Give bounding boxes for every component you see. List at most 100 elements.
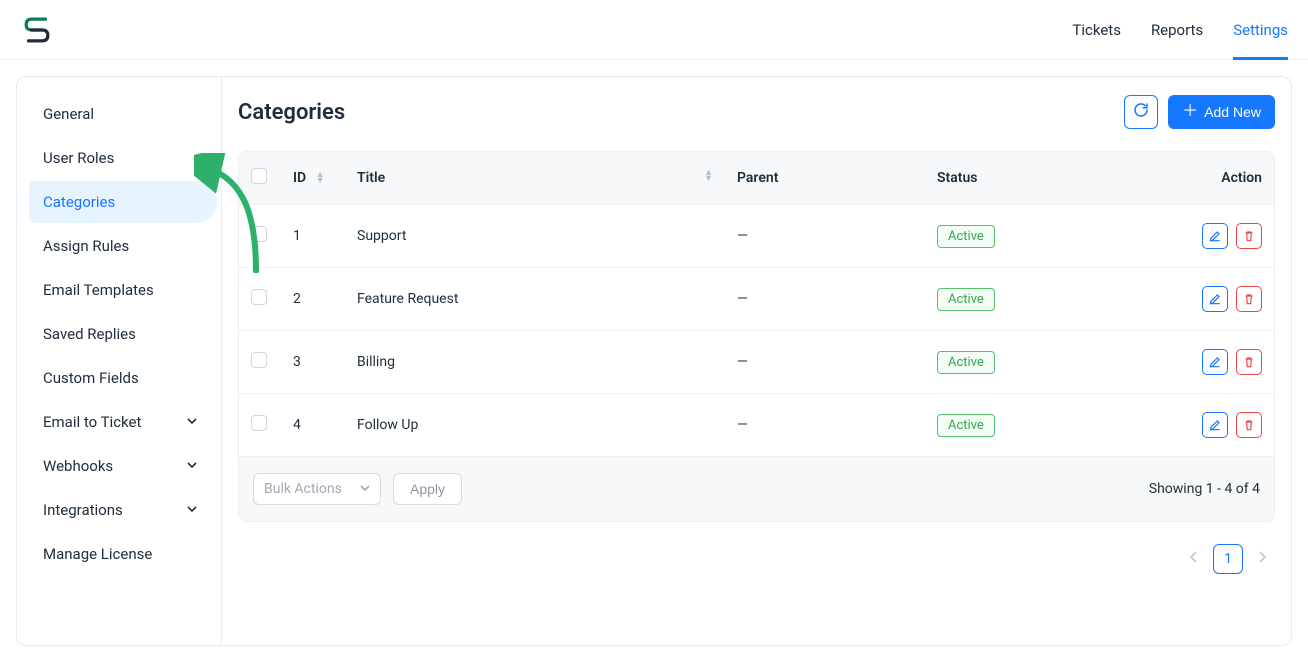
plus-icon: ＋ bbox=[1182, 104, 1198, 120]
chevron-down-icon bbox=[187, 415, 197, 429]
sidebar-item-custom-fields[interactable]: Custom Fields bbox=[29, 357, 211, 399]
categories-table: ID ▲▼ Title ▲▼ Parent Status bbox=[238, 151, 1275, 522]
edit-icon bbox=[1208, 355, 1222, 369]
table-row: 4 Follow Up — Active bbox=[239, 394, 1274, 457]
table-row: 3 Billing — Active bbox=[239, 331, 1274, 394]
sidebar-item-saved-replies[interactable]: Saved Replies bbox=[29, 313, 211, 355]
add-new-button[interactable]: ＋ Add New bbox=[1168, 95, 1275, 129]
select-all-checkbox[interactable] bbox=[251, 168, 267, 184]
cell-parent: — bbox=[725, 205, 925, 268]
table-row: 1 Support — Active bbox=[239, 205, 1274, 268]
sidebar-item-integrations[interactable]: Integrations bbox=[29, 489, 211, 531]
sidebar-item-label: General bbox=[43, 105, 94, 123]
cell-id: 3 bbox=[281, 331, 345, 394]
sidebar-item-label: User Roles bbox=[43, 149, 114, 167]
edit-button[interactable] bbox=[1202, 286, 1228, 312]
edit-button[interactable] bbox=[1202, 412, 1228, 438]
page-title: Categories bbox=[238, 100, 345, 125]
table-row: 2 Feature Request — Active bbox=[239, 268, 1274, 331]
status-badge: Active bbox=[937, 351, 995, 374]
sidebar-item-label: Assign Rules bbox=[43, 237, 129, 255]
nav-settings[interactable]: Settings bbox=[1233, 0, 1288, 60]
cell-title: Follow Up bbox=[345, 394, 725, 457]
chevron-down-icon bbox=[187, 459, 197, 473]
row-checkbox[interactable] bbox=[251, 415, 267, 431]
prev-page-button[interactable] bbox=[1185, 547, 1203, 571]
delete-button[interactable] bbox=[1236, 223, 1262, 249]
trash-icon bbox=[1242, 292, 1256, 306]
sidebar-item-label: Email to Ticket bbox=[43, 413, 141, 431]
status-badge: Active bbox=[937, 414, 995, 437]
refresh-icon bbox=[1132, 101, 1150, 124]
cell-title: Support bbox=[345, 205, 725, 268]
page-number-current[interactable]: 1 bbox=[1213, 544, 1243, 574]
sidebar-item-webhooks[interactable]: Webhooks bbox=[29, 445, 211, 487]
chevron-down-icon bbox=[360, 481, 370, 497]
sidebar-item-assign-rules[interactable]: Assign Rules bbox=[29, 225, 211, 267]
sidebar-item-email-templates[interactable]: Email Templates bbox=[29, 269, 211, 311]
nav-tickets[interactable]: Tickets bbox=[1072, 0, 1121, 60]
trash-icon bbox=[1242, 229, 1256, 243]
sidebar-item-label: Manage License bbox=[43, 545, 152, 563]
cell-title: Billing bbox=[345, 331, 725, 394]
edit-button[interactable] bbox=[1202, 349, 1228, 375]
sidebar-item-general[interactable]: General bbox=[29, 93, 211, 135]
refresh-button[interactable] bbox=[1124, 95, 1158, 129]
row-checkbox[interactable] bbox=[251, 289, 267, 305]
add-new-label: Add New bbox=[1204, 104, 1261, 120]
sidebar-item-categories[interactable]: Categories bbox=[29, 181, 217, 223]
topbar: Tickets Reports Settings bbox=[0, 0, 1308, 60]
sidebar-item-label: Email Templates bbox=[43, 281, 154, 299]
main-content: Categories ＋ Add New bbox=[222, 77, 1291, 645]
next-page-button[interactable] bbox=[1253, 547, 1271, 571]
chevron-down-icon bbox=[187, 503, 197, 517]
delete-button[interactable] bbox=[1236, 286, 1262, 312]
sidebar-item-label: Categories bbox=[43, 193, 115, 211]
row-checkbox[interactable] bbox=[251, 352, 267, 368]
column-header-parent: Parent bbox=[737, 170, 778, 186]
column-header-title[interactable]: Title bbox=[357, 170, 385, 186]
edit-icon bbox=[1208, 229, 1222, 243]
chevron-left-icon bbox=[1189, 551, 1199, 567]
sidebar-item-email-to-ticket[interactable]: Email to Ticket bbox=[29, 401, 211, 443]
status-badge: Active bbox=[937, 288, 995, 311]
edit-icon bbox=[1208, 418, 1222, 432]
cell-parent: — bbox=[725, 331, 925, 394]
sort-icon[interactable]: ▲▼ bbox=[704, 170, 713, 182]
sort-icon[interactable]: ▲▼ bbox=[316, 172, 325, 184]
sidebar-item-user-roles[interactable]: User Roles bbox=[29, 137, 211, 179]
top-nav: Tickets Reports Settings bbox=[1072, 0, 1288, 59]
cell-parent: — bbox=[725, 394, 925, 457]
status-badge: Active bbox=[937, 225, 995, 248]
delete-button[interactable] bbox=[1236, 349, 1262, 375]
sidebar-item-label: Webhooks bbox=[43, 457, 113, 475]
bulk-actions-select[interactable]: Bulk Actions bbox=[253, 473, 381, 505]
sidebar-item-label: Integrations bbox=[43, 501, 123, 519]
sidebar-item-label: Saved Replies bbox=[43, 325, 136, 343]
app-logo bbox=[20, 13, 54, 47]
delete-button[interactable] bbox=[1236, 412, 1262, 438]
trash-icon bbox=[1242, 418, 1256, 432]
cell-id: 2 bbox=[281, 268, 345, 331]
showing-text: Showing 1 - 4 of 4 bbox=[1149, 481, 1260, 497]
cell-id: 1 bbox=[281, 205, 345, 268]
trash-icon bbox=[1242, 355, 1256, 369]
column-header-action: Action bbox=[1221, 170, 1262, 186]
edit-button[interactable] bbox=[1202, 223, 1228, 249]
row-checkbox[interactable] bbox=[251, 226, 267, 242]
pagination: 1 bbox=[238, 544, 1275, 574]
table-footer: Bulk Actions Apply Showing 1 - 4 of 4 bbox=[239, 456, 1274, 521]
cell-parent: — bbox=[725, 268, 925, 331]
edit-icon bbox=[1208, 292, 1222, 306]
settings-sidebar: General User Roles Categories Assign Rul… bbox=[17, 77, 222, 645]
apply-button[interactable]: Apply bbox=[393, 473, 462, 505]
sidebar-item-label: Custom Fields bbox=[43, 369, 139, 387]
bulk-actions-label: Bulk Actions bbox=[264, 481, 342, 497]
column-header-id[interactable]: ID bbox=[293, 170, 306, 186]
cell-id: 4 bbox=[281, 394, 345, 457]
sidebar-item-manage-license[interactable]: Manage License bbox=[29, 533, 211, 575]
chevron-right-icon bbox=[1257, 551, 1267, 567]
column-header-status: Status bbox=[937, 170, 977, 186]
cell-title: Feature Request bbox=[345, 268, 725, 331]
nav-reports[interactable]: Reports bbox=[1151, 0, 1203, 60]
